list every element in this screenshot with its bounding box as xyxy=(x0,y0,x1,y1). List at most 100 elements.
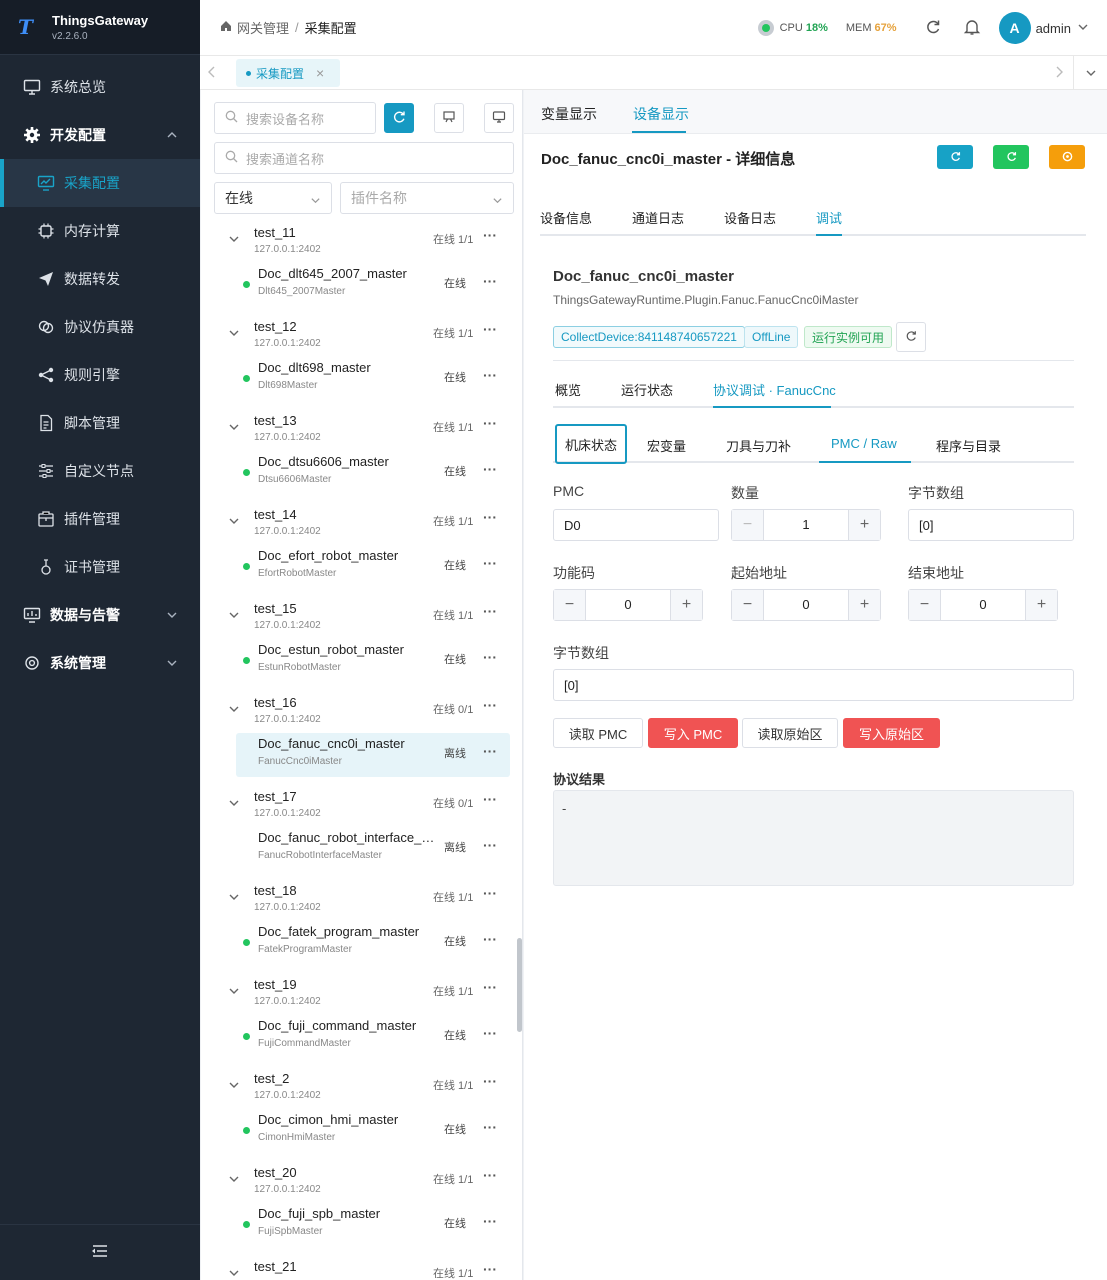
chevron-down-icon[interactable] xyxy=(228,1267,240,1280)
restart-button[interactable] xyxy=(993,145,1029,169)
minus-icon[interactable]: − xyxy=(732,590,764,620)
user-name[interactable]: admin xyxy=(1036,21,1071,36)
pause-button[interactable] xyxy=(1049,145,1085,169)
bell-icon[interactable] xyxy=(963,18,981,39)
more-icon[interactable]: ··· xyxy=(483,321,497,337)
tab-macro-vars[interactable]: 宏变量 xyxy=(647,436,686,455)
device-item[interactable]: Doc_fuji_command_master FujiCommandMaster… xyxy=(236,1015,510,1059)
channel-group[interactable]: test_15 127.0.0.1:2402 在线 1/1 ··· xyxy=(201,599,522,639)
breadcrumb-item[interactable]: 网关管理 xyxy=(237,18,289,37)
channel-group[interactable]: test_14 127.0.0.1:2402 在线 1/1 ··· xyxy=(201,505,522,545)
sidebar-item-overview[interactable]: 系统总览 xyxy=(0,63,200,111)
more-icon[interactable]: ··· xyxy=(483,509,497,525)
chevron-down-icon[interactable] xyxy=(228,985,240,1000)
channel-group[interactable]: test_18 127.0.0.1:2402 在线 1/1 ··· xyxy=(201,881,522,921)
device-item[interactable]: Doc_fatek_program_master FatekProgramMast… xyxy=(236,921,510,965)
device-item[interactable]: Doc_fanuc_cnc0i_master FanucCnc0iMaster 离线… xyxy=(236,733,510,777)
more-icon[interactable]: ··· xyxy=(483,837,497,853)
sidebar-item-custom-node[interactable]: 自定义节点 xyxy=(0,447,200,495)
scrollbar[interactable] xyxy=(517,938,522,1032)
channel-group[interactable]: test_19 127.0.0.1:2402 在线 1/1 ··· xyxy=(201,975,522,1015)
bytes-input[interactable]: [0] xyxy=(908,509,1074,541)
minus-icon[interactable]: − xyxy=(554,590,586,620)
tab-run-state[interactable]: 运行状态 xyxy=(621,380,673,399)
sidebar-item-collect-config[interactable]: 采集配置 xyxy=(0,159,200,207)
more-icon[interactable]: ··· xyxy=(483,461,497,477)
channel-group[interactable]: test_21 在线 1/1 ··· xyxy=(201,1257,522,1280)
chevron-left-icon[interactable] xyxy=(207,66,217,81)
read-raw-button[interactable]: 读取原始区 xyxy=(742,718,838,748)
start-address-stepper[interactable]: − 0 + xyxy=(731,589,881,621)
more-icon[interactable]: ··· xyxy=(483,1167,497,1183)
channel-group[interactable]: test_11 127.0.0.1:2402 在线 1/1 ··· xyxy=(201,223,522,263)
sidebar-item-memory-compute[interactable]: 内存计算 xyxy=(0,207,200,255)
more-icon[interactable]: ··· xyxy=(483,885,497,901)
tab-pmc-raw[interactable]: PMC / Raw xyxy=(831,436,897,451)
plugin-select[interactable]: 插件名称 xyxy=(340,182,514,214)
refresh-icon[interactable] xyxy=(925,19,941,38)
end-address-stepper[interactable]: − 0 + xyxy=(908,589,1058,621)
channel-group[interactable]: test_20 127.0.0.1:2402 在线 1/1 ··· xyxy=(201,1163,522,1203)
channel-group[interactable]: test_2 127.0.0.1:2402 在线 1/1 ··· xyxy=(201,1069,522,1109)
more-icon[interactable]: ··· xyxy=(483,1119,497,1135)
bytes2-input[interactable]: [0] xyxy=(553,669,1074,701)
sidebar-item-data-forward[interactable]: 数据转发 xyxy=(0,255,200,303)
tab-overview[interactable]: 概览 xyxy=(555,380,581,399)
tabs-menu-chevron-icon[interactable] xyxy=(1073,56,1107,90)
tab-device-log[interactable]: 设备日志 xyxy=(724,208,776,227)
sidebar-item-rule-engine[interactable]: 规则引擎 xyxy=(0,351,200,399)
chevron-down-icon[interactable] xyxy=(228,703,240,718)
sidebar-item-simulator[interactable]: 协议仿真器 xyxy=(0,303,200,351)
tab-device-info[interactable]: 设备信息 xyxy=(540,208,592,227)
sidebar-item-scripts[interactable]: 脚本管理 xyxy=(0,399,200,447)
device-item[interactable]: Doc_efort_robot_master EfortRobotMaster 在线… xyxy=(236,545,510,589)
device-item[interactable]: Doc_dlt698_master Dlt698Master 在线 ··· xyxy=(236,357,510,401)
more-icon[interactable]: ··· xyxy=(483,791,497,807)
more-icon[interactable]: ··· xyxy=(483,1025,497,1041)
device-item[interactable]: Doc_fanuc_robot_interface_m... FanucRobot… xyxy=(236,827,510,871)
more-icon[interactable]: ··· xyxy=(483,931,497,947)
search-device-input[interactable]: 搜索设备名称 xyxy=(214,102,376,134)
sidebar-item-certificates[interactable]: 证书管理 xyxy=(0,543,200,591)
sidebar-item-system[interactable]: 系统管理 xyxy=(0,639,200,687)
tab-debug[interactable]: 调试 xyxy=(816,208,842,227)
more-icon[interactable]: ··· xyxy=(483,1213,497,1229)
reload-button[interactable] xyxy=(896,322,926,352)
read-pmc-button[interactable]: 读取 PMC xyxy=(553,718,643,748)
device-item[interactable]: Doc_dlt645_2007_master Dlt645_2007Master 在… xyxy=(236,263,510,307)
more-icon[interactable]: ··· xyxy=(483,979,497,995)
channel-group[interactable]: test_16 127.0.0.1:2402 在线 0/1 ··· xyxy=(201,693,522,733)
refresh-tree-button[interactable] xyxy=(384,103,414,133)
write-pmc-button[interactable]: 写入 PMC xyxy=(648,718,738,748)
refresh-button[interactable] xyxy=(937,145,973,169)
tab-programs[interactable]: 程序与目录 xyxy=(936,436,1001,455)
more-icon[interactable]: ··· xyxy=(483,273,497,289)
channel-group[interactable]: test_12 127.0.0.1:2402 在线 1/1 ··· xyxy=(201,317,522,357)
plus-icon[interactable]: + xyxy=(1025,590,1057,620)
count-stepper[interactable]: − 1 + xyxy=(731,509,881,541)
device-item[interactable]: Doc_estun_robot_master EstunRobotMaster 在线… xyxy=(236,639,510,683)
tab-device-display[interactable]: 设备显示 xyxy=(633,104,689,124)
tab-tools[interactable]: 刀具与刀补 xyxy=(726,436,791,455)
search-channel-input[interactable]: 搜索通道名称 xyxy=(214,142,514,174)
chevron-down-icon[interactable] xyxy=(1077,21,1089,36)
more-icon[interactable]: ··· xyxy=(483,227,497,243)
tab-variable-display[interactable]: 变量显示 xyxy=(541,104,597,124)
sidebar-item-data-alarm[interactable]: 数据与告警 xyxy=(0,591,200,639)
minus-icon[interactable]: − xyxy=(909,590,941,620)
more-icon[interactable]: ··· xyxy=(483,555,497,571)
chevron-down-icon[interactable] xyxy=(228,421,240,436)
chevron-down-icon[interactable] xyxy=(228,515,240,530)
chevron-down-icon[interactable] xyxy=(228,797,240,812)
plus-icon[interactable]: + xyxy=(670,590,702,620)
device-action-button[interactable] xyxy=(434,103,464,133)
more-icon[interactable]: ··· xyxy=(483,1073,497,1089)
chevron-down-icon[interactable] xyxy=(228,1173,240,1188)
close-icon[interactable]: × xyxy=(316,65,324,81)
sidebar-item-dev-config[interactable]: 开发配置 xyxy=(0,111,200,159)
minus-icon[interactable]: − xyxy=(732,510,764,540)
more-icon[interactable]: ··· xyxy=(483,649,497,665)
status-select[interactable]: 在线 xyxy=(214,182,332,214)
device-item[interactable]: Doc_fuji_spb_master FujiSpbMaster 在线 ··· xyxy=(236,1203,510,1247)
tab-channel-log[interactable]: 通道日志 xyxy=(632,208,684,227)
